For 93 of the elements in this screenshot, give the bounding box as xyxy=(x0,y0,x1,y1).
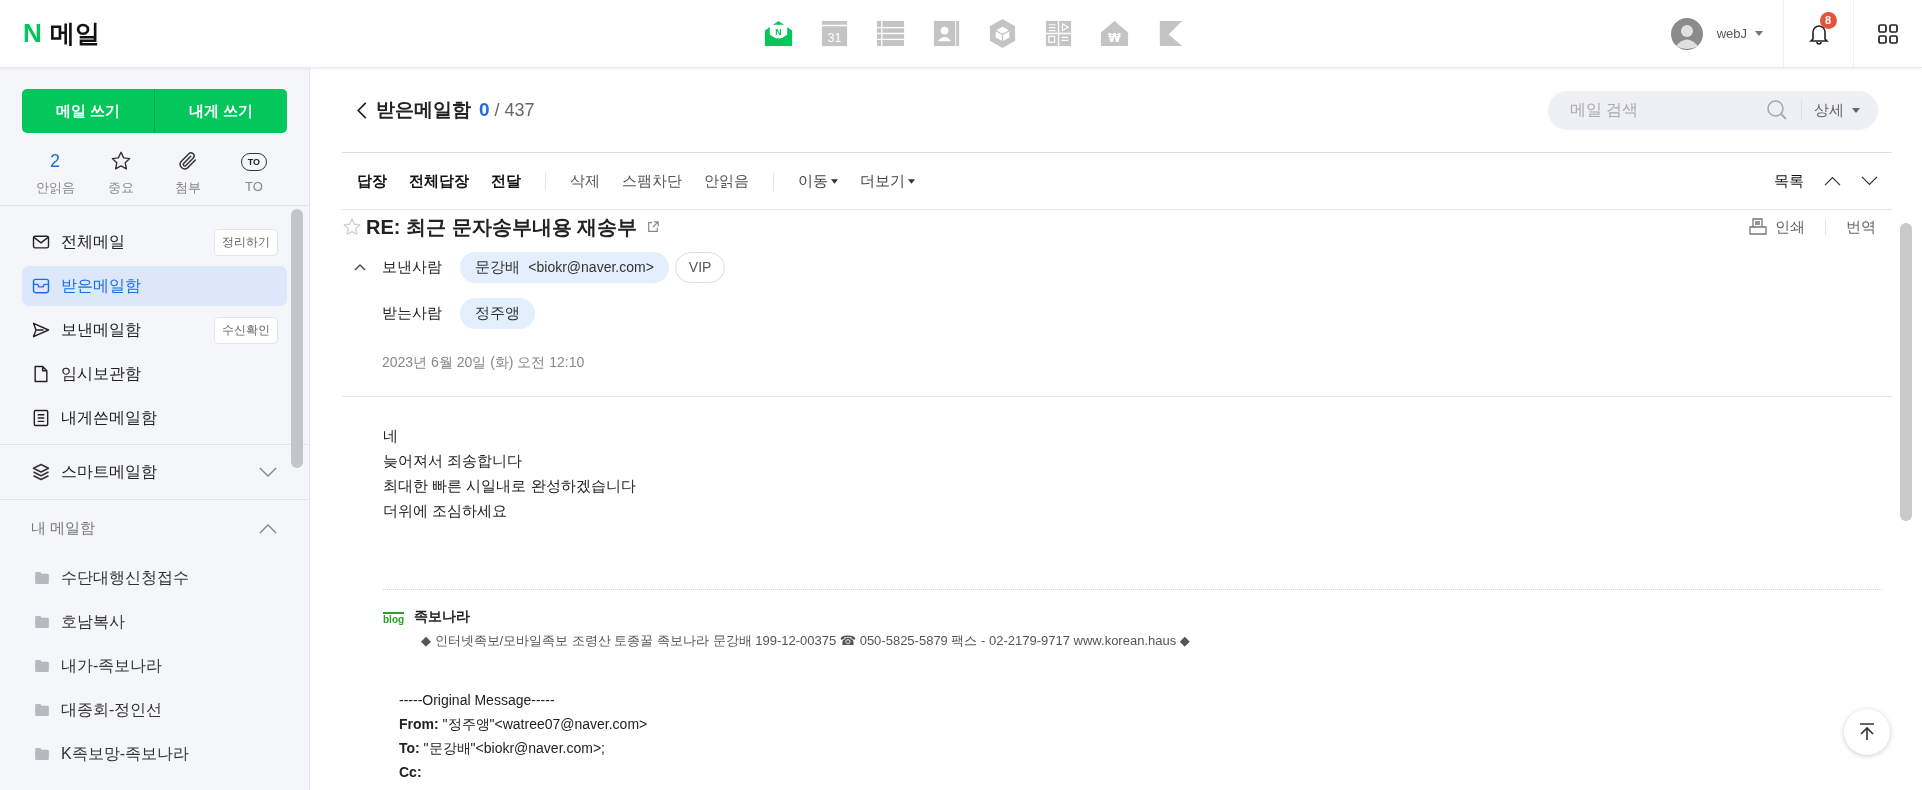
avatar-icon[interactable] xyxy=(1670,17,1703,50)
folder-label: 대종회-정인선 xyxy=(61,699,163,720)
toolbar-button[interactable]: 이동 xyxy=(798,171,838,191)
mailbox-label: 보낸메일함 xyxy=(61,319,141,340)
search-icon[interactable] xyxy=(1765,98,1789,122)
mailbox-item[interactable]: 임시보관함 xyxy=(22,354,287,394)
chevron-up-icon[interactable] xyxy=(354,263,366,271)
toolbar-button[interactable]: 스팸차단 xyxy=(622,171,682,191)
folder-icon xyxy=(35,572,49,584)
envelope-icon xyxy=(31,232,51,252)
notification-count: 8 xyxy=(1819,11,1837,29)
translate-button[interactable]: 번역 xyxy=(1846,217,1876,237)
mailbox-item[interactable]: 내게쓴메일함 xyxy=(22,398,287,438)
scrollbar-thumb[interactable] xyxy=(1900,223,1912,521)
mailbox-action-button[interactable]: 수신확인 xyxy=(214,316,278,344)
mailbox-item[interactable]: 전체메일 정리하기 xyxy=(22,222,287,262)
folder-label: 내가-족보나라 xyxy=(61,655,163,676)
section-title: 내 메일함 xyxy=(31,518,96,538)
folder-item[interactable]: 호남복사 xyxy=(0,600,309,644)
scroll-to-top-button[interactable] xyxy=(1844,709,1890,755)
folder-icon xyxy=(35,616,49,628)
star-icon[interactable] xyxy=(342,217,362,237)
caret-icon xyxy=(908,178,915,184)
folder-item[interactable]: 대종회-정인선 xyxy=(0,688,309,732)
folder-icon xyxy=(35,748,49,760)
mailbox-item[interactable]: 받은메일함 xyxy=(22,266,287,306)
star-icon[interactable] xyxy=(110,150,133,172)
folder-icon xyxy=(35,704,49,716)
print-button[interactable]: 인쇄 xyxy=(1775,217,1805,237)
blog-logo: blog xyxy=(383,612,405,626)
mailbox-item[interactable]: 보낸메일함 수신확인 xyxy=(22,310,287,350)
search-field[interactable]: 메일 검색 상세 xyxy=(1548,90,1878,130)
mail-subject: RE: 최근 문자송부내용 재송부 xyxy=(366,214,638,240)
arrow-to-top-icon xyxy=(1857,722,1877,742)
paperclip-icon[interactable] xyxy=(176,150,199,172)
header-field: To: "문강배"<biokr@naver.com>; xyxy=(399,736,605,760)
document-icon xyxy=(31,364,51,384)
notes-icon xyxy=(31,408,51,428)
scrollbar-thumb[interactable] xyxy=(291,209,303,468)
header-field: Cc: xyxy=(399,760,422,784)
folder-label: 수단대행신청접수 xyxy=(61,567,189,588)
body-text-line: 늦어져서 죄송합니다 xyxy=(383,451,524,471)
sender-chip[interactable]: 문강배 <biokr@naver.com> xyxy=(460,251,669,283)
toolbar-button[interactable]: 답장 xyxy=(357,171,387,191)
unread-count: 0 xyxy=(479,99,490,121)
body-text-line: 더위에 조심하세요 xyxy=(383,501,509,521)
toolbar-button[interactable]: 더보기 xyxy=(860,171,915,191)
user-menu[interactable]: webJ xyxy=(1716,26,1747,41)
total-count: / 437 xyxy=(494,99,535,121)
toolbar-button[interactable]: 안읽음 xyxy=(704,171,749,191)
mailbox-label: 임시보관함 xyxy=(61,363,141,384)
previous-icon[interactable] xyxy=(1824,176,1841,186)
toolbar-button[interactable]: 전달 xyxy=(491,171,521,191)
chevron-down-icon[interactable] xyxy=(259,466,277,478)
toolbar-button[interactable]: 전체답장 xyxy=(409,171,469,191)
send-icon xyxy=(31,320,51,340)
recipient-label: 받는사람 xyxy=(382,303,443,323)
caret-icon xyxy=(831,178,838,184)
detail-search-dropdown[interactable]: 상세 xyxy=(1814,100,1844,120)
next-icon[interactable] xyxy=(1861,176,1878,186)
folder-item[interactable]: K족보망-족보나라 xyxy=(0,732,309,776)
list-button[interactable]: 목록 xyxy=(1774,171,1804,191)
recipient-chip[interactable]: 정주앵 xyxy=(460,297,535,329)
toolbar-button[interactable]: 삭제 xyxy=(570,171,600,191)
mailbox-action-button[interactable]: 정리하기 xyxy=(214,228,278,256)
signature-text: ◆ 인터넷족보/모바일족보 조령산 토종꿀 족보나라 문강배 199-12-00375 ☎ 050-5825-5879 팩스 - 02-2179-9717 www.korean.haus ◆ xyxy=(420,632,1191,650)
inbox-icon xyxy=(31,276,51,296)
layers-icon xyxy=(31,462,51,482)
mailbox-label: 스마트메일함 xyxy=(61,461,157,482)
original-message-header: -----Original Message----- xyxy=(399,691,555,710)
mailbox-title: 받은메일함 xyxy=(376,98,471,122)
mailbox-label: 받은메일함 xyxy=(61,275,141,296)
folder-label: 호남복사 xyxy=(61,611,125,632)
folder-item[interactable]: 내가-족보나라 xyxy=(0,644,309,688)
folder-label: K족보망-족보나라 xyxy=(61,743,189,764)
unread-count[interactable]: 2 xyxy=(50,149,61,173)
caret-icon[interactable] xyxy=(1852,107,1860,113)
body-text-line: 네 xyxy=(383,426,399,446)
folder-icon xyxy=(35,660,49,672)
external-link-icon[interactable] xyxy=(647,221,660,233)
apps-grid-icon[interactable] xyxy=(1877,22,1899,45)
printer-icon[interactable] xyxy=(1749,218,1767,236)
mailbox-label: 전체메일 xyxy=(61,231,125,252)
sender-label: 보낸사람 xyxy=(382,257,443,277)
signature-name: 족보나라 xyxy=(414,608,471,626)
mailbox-label: 내게쓴메일함 xyxy=(61,407,157,428)
header-field: From: "정주앵"<watree07@naver.com> xyxy=(399,712,648,736)
body-text-line: 최대한 빠른 시일내로 완성하겠습니다 xyxy=(383,476,637,496)
back-icon[interactable] xyxy=(357,101,367,119)
folder-item[interactable]: 수단대행신청접수 xyxy=(0,556,309,600)
mail-date: 2023년 6월 20일 (화) 오전 12:10 xyxy=(381,353,586,372)
caret-icon[interactable] xyxy=(1755,31,1763,36)
app-title: 메일 xyxy=(49,18,100,49)
